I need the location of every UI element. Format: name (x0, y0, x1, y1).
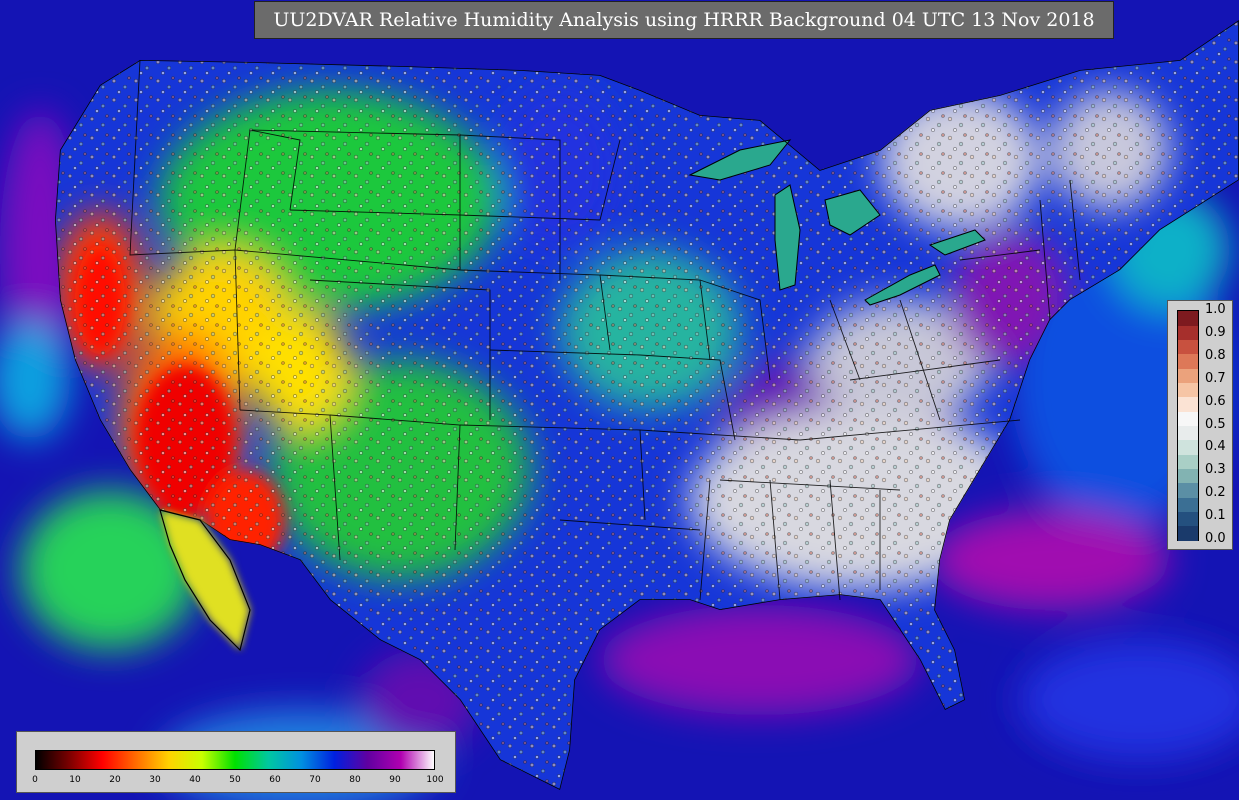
increment-tick-label: 0.1 (1205, 508, 1226, 524)
increment-colorbar-segment (1178, 339, 1198, 355)
rh-tick-label: 80 (349, 775, 361, 785)
increment-colorbar-segment (1178, 439, 1198, 455)
increment-colorbar-segment (1178, 396, 1198, 412)
increment-colorbar-segment (1178, 425, 1198, 441)
increment-colorbar-segment (1178, 368, 1198, 384)
map-canvas (0, 0, 1239, 800)
increment-tick-label: 1.0 (1205, 302, 1226, 317)
increment-colorbar-segment (1178, 511, 1198, 527)
increment-colorbar-segment (1178, 353, 1198, 369)
increment-tick-label: 0.2 (1205, 485, 1226, 501)
increment-colorbar-segment (1178, 497, 1198, 512)
increment-colorbar-segment (1178, 454, 1198, 469)
increment-colorbar-segment (1178, 382, 1198, 398)
increment-colorbar-segment (1178, 468, 1198, 484)
increment-colorbar-segment (1178, 311, 1198, 326)
rh-tick-label: 70 (309, 775, 321, 785)
map-title: UU2DVAR Relative Humidity Analysis using… (254, 1, 1114, 39)
increment-colorbar-segment (1178, 525, 1198, 541)
increment-colorbar-segment (1178, 411, 1198, 426)
rh-tick-label: 20 (109, 775, 121, 785)
increment-tick-label: 0.8 (1205, 347, 1226, 363)
rh-tick-label: 90 (389, 775, 401, 785)
rh-analysis-map: UU2DVAR Relative Humidity Analysis using… (0, 0, 1239, 800)
increment-colorbar-segment (1178, 482, 1198, 498)
rh-tick-label: 50 (229, 775, 241, 785)
increment-tick-label: 0.7 (1205, 370, 1226, 386)
rh-tick-label: 60 (269, 775, 281, 785)
increment-tick-label: 0.5 (1205, 416, 1226, 432)
rh-tick-label: 100 (426, 775, 444, 785)
increment-tick-label: 0.0 (1205, 531, 1226, 546)
rh-tick-label: 40 (189, 775, 201, 785)
rh-colorbar-legend: 0 10 20 30 40 50 60 70 80 90 100 (16, 731, 456, 793)
rh-tick-label: 10 (69, 775, 81, 785)
rh-tick-label: 0 (32, 775, 38, 785)
rh-colorbar (35, 750, 435, 770)
increment-tick-label: 0.3 (1205, 462, 1226, 478)
rh-tick-label: 30 (149, 775, 161, 785)
increment-colorbar-legend: 1.0 0.9 0.8 0.7 0.6 0.5 0.4 0.3 0.2 0.1 0.0 (1167, 300, 1233, 550)
increment-colorbar (1177, 310, 1199, 541)
increment-tick-label: 0.4 (1205, 439, 1226, 455)
increment-tick-label: 0.9 (1205, 324, 1226, 340)
increment-colorbar-segment (1178, 325, 1198, 341)
increment-tick-label: 0.6 (1205, 393, 1226, 409)
